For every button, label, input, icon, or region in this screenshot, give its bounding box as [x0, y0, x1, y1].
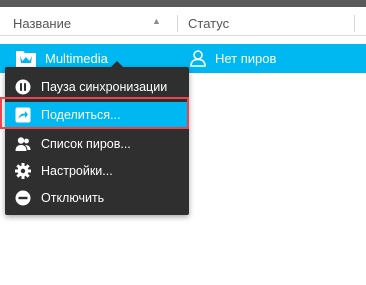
top-strip [0, 0, 366, 7]
menu-item-label: Отключить [41, 191, 105, 205]
user-icon [190, 50, 206, 67]
menu-item-settings[interactable]: Настройки... [5, 158, 189, 184]
gear-icon [15, 163, 31, 179]
list-header: Название ▲ Статус [0, 7, 366, 36]
menu-caret [111, 61, 123, 67]
folder-icon [16, 51, 36, 67]
column-header-name[interactable]: Название [13, 16, 71, 31]
menu-item-label: Настройки... [41, 164, 113, 178]
sort-ascending-icon[interactable]: ▲ [152, 16, 161, 26]
menu-item-peer-list[interactable]: Список пиров... [5, 131, 189, 157]
menu-item-disconnect[interactable]: Отключить [5, 185, 189, 211]
column-divider [354, 15, 355, 32]
menu-item-label: Список пиров... [41, 137, 131, 151]
folder-name: Multimedia [45, 51, 108, 66]
column-divider [177, 15, 178, 32]
column-header-status[interactable]: Статус [188, 16, 229, 31]
highlight-frame [0, 97, 189, 129]
menu-item-label: Пауза синхронизации [41, 80, 168, 94]
disconnect-icon [15, 190, 31, 206]
pause-icon [15, 79, 31, 95]
peers-icon [15, 137, 31, 151]
context-menu: Пауза синхронизации Поделиться... Список… [5, 61, 189, 215]
folder-status: Нет пиров [215, 51, 277, 66]
app-window: Название ▲ Статус Multimedia Нет пиров П… [0, 0, 366, 285]
